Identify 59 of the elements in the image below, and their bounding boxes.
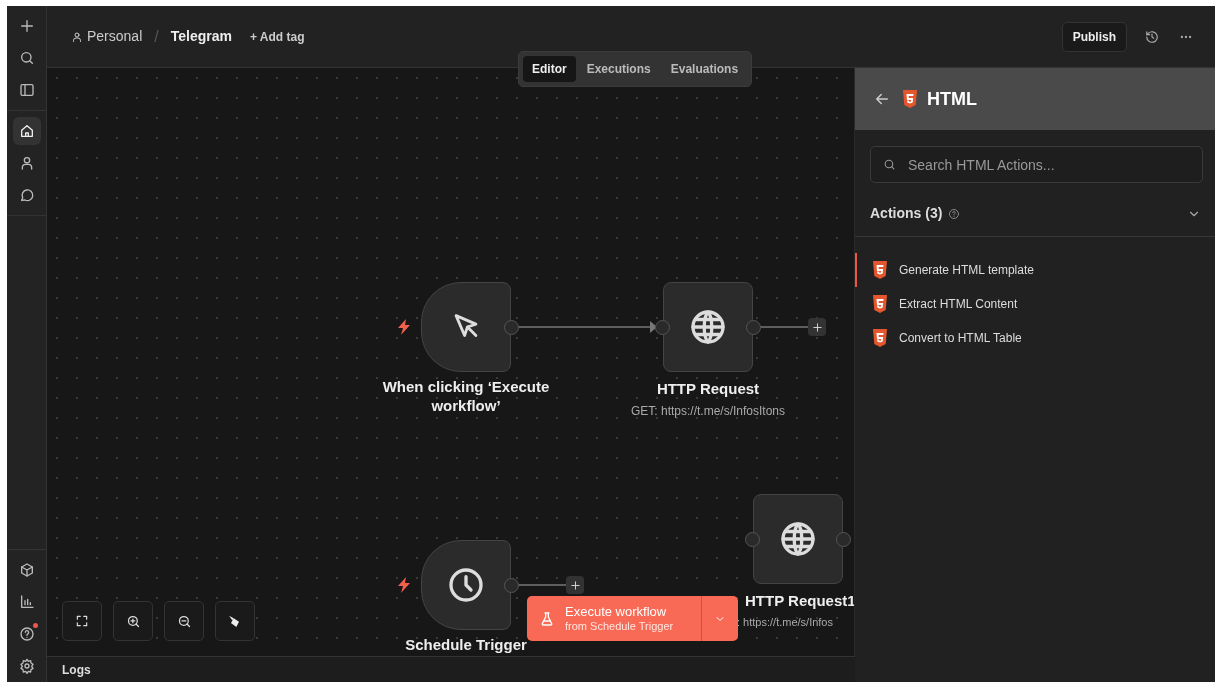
breadcrumb-separator: / <box>154 26 159 47</box>
html5-icon <box>873 295 887 313</box>
home-icon <box>18 123 35 139</box>
connection-line <box>517 584 567 586</box>
zoom-out-button[interactable] <box>164 601 204 641</box>
zoom-out-icon <box>176 613 192 629</box>
plus-icon <box>569 579 581 591</box>
workflow-node[interactable] <box>753 494 843 584</box>
help-icon <box>18 626 35 642</box>
chat-icon <box>18 187 35 203</box>
sidebar-toggle-icon <box>18 82 35 98</box>
add-node-button[interactable] <box>808 318 826 336</box>
node-title: When clicking ‘Execute workflow’ <box>381 378 551 416</box>
globe-icon <box>688 307 728 347</box>
node-subtitle: GET: https://t.me/s/InfosItons <box>629 403 787 420</box>
view-tab[interactable]: Executions <box>577 56 660 82</box>
view-tab[interactable]: Editor <box>523 56 576 82</box>
add-tag-link[interactable]: + Add tag <box>249 27 305 46</box>
action-item[interactable]: Generate HTML template <box>855 253 1215 287</box>
help-icon <box>948 207 961 220</box>
owner-link[interactable]: Personal <box>71 26 143 47</box>
action-item[interactable]: Extract HTML Content <box>855 287 1215 321</box>
workflow-node[interactable] <box>663 282 753 372</box>
plus-icon <box>18 18 35 34</box>
html5-icon <box>903 90 917 108</box>
workflow-node[interactable] <box>421 540 511 630</box>
flask-icon <box>539 610 555 627</box>
publish-button[interactable]: Publish <box>1061 21 1127 52</box>
zoom-in-button[interactable] <box>113 601 153 641</box>
cube-icon <box>18 562 35 578</box>
search-icon <box>883 158 896 171</box>
plus-icon <box>811 321 823 333</box>
bar-chart-icon <box>18 594 35 610</box>
clock-icon <box>446 565 486 605</box>
html5-icon <box>873 261 887 279</box>
section-title: Actions (3) <box>870 204 943 223</box>
search-icon <box>18 50 35 66</box>
add-node-button[interactable] <box>566 576 584 594</box>
zoom-in-icon <box>125 613 141 629</box>
globe-icon <box>778 519 818 559</box>
workflow-name[interactable]: Telegram <box>170 26 232 47</box>
logs-title[interactable]: Logs <box>62 660 91 679</box>
tidy-up-button[interactable] <box>215 601 255 641</box>
panel-title: HTML <box>927 87 977 111</box>
fit-view-icon <box>75 614 89 628</box>
search-input[interactable]: Search HTML Actions... <box>906 147 1190 182</box>
node-title: Schedule Trigger <box>404 636 528 655</box>
user-icon <box>71 30 83 43</box>
node-title: HTTP Request <box>655 380 761 399</box>
history-icon <box>1145 29 1159 44</box>
action-item[interactable]: Convert to HTML Table <box>855 321 1215 355</box>
workflow-node[interactable] <box>421 282 511 372</box>
view-tab[interactable]: Evaluations <box>661 56 748 82</box>
settings-icon <box>18 658 35 674</box>
node-subtitle: : https://t.me/s/Infos <box>737 615 833 630</box>
connection-line <box>759 326 809 328</box>
html5-icon <box>873 329 887 347</box>
search-box[interactable]: Search HTML Actions... <box>870 146 1203 183</box>
sidebar-button[interactable] <box>12 117 41 145</box>
